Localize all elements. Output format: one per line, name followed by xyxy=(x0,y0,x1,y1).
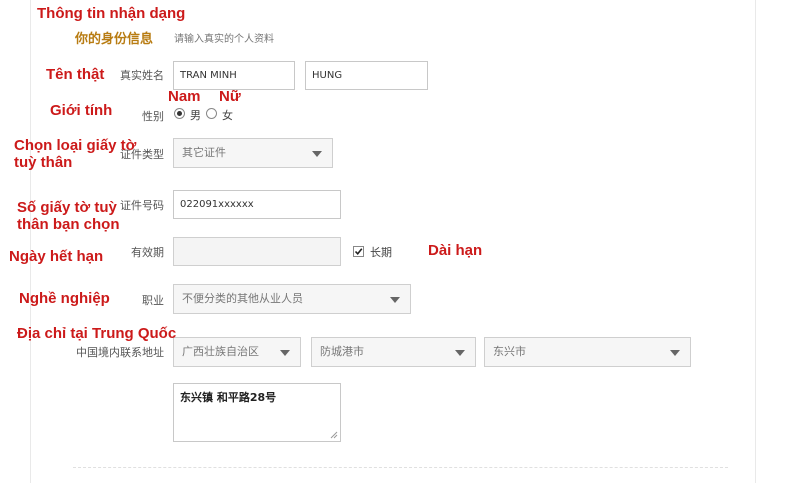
occupation-label: 职业 xyxy=(142,294,164,307)
street-address-textarea[interactable]: 东兴镇 和平路28号 xyxy=(173,383,341,442)
annotation-female: Nữ xyxy=(219,88,241,105)
annotation-identity-info: Thông tin nhận dạng xyxy=(37,5,186,22)
chevron-down-icon xyxy=(670,350,680,356)
surname-input[interactable]: TRAN MINH xyxy=(173,61,295,90)
name-label: 真实姓名 xyxy=(120,69,164,82)
chevron-down-icon xyxy=(312,151,322,157)
validity-input[interactable] xyxy=(173,237,341,266)
city-select[interactable]: 防城港市 xyxy=(311,337,476,367)
gender-male-radio[interactable] xyxy=(174,108,185,119)
check-icon xyxy=(354,248,363,256)
chevron-down-icon xyxy=(455,350,465,356)
id-number-input[interactable]: 022091xxxxxx xyxy=(173,190,341,219)
long-term-label: 长期 xyxy=(370,246,392,259)
section-title: 你的身份信息 xyxy=(75,32,154,47)
chevron-down-icon xyxy=(390,297,400,303)
annotation-real-name: Tên thật xyxy=(46,66,105,83)
gender-female-label: 女 xyxy=(222,109,233,122)
address-label: 中国境内联系地址 xyxy=(76,346,164,359)
id-type-value: 其它证件 xyxy=(182,146,226,159)
resize-grip-icon[interactable] xyxy=(330,431,338,439)
gender-female-radio[interactable] xyxy=(206,108,217,119)
province-select[interactable]: 广西壮族自治区 xyxy=(173,337,301,367)
gender-male-label: 男 xyxy=(190,109,201,122)
city-value: 防城港市 xyxy=(320,345,364,358)
chevron-down-icon xyxy=(280,350,290,356)
province-value: 广西壮族自治区 xyxy=(182,345,259,358)
annotation-china-address: Địa chỉ tại Trung Quốc xyxy=(17,325,177,342)
id-type-select[interactable]: 其它证件 xyxy=(173,138,333,168)
gender-label: 性别 xyxy=(142,110,164,123)
annotation-expiry: Ngày hết hạn xyxy=(9,248,104,265)
street-address-value: 东兴镇 和平路28号 xyxy=(180,391,277,404)
validity-label: 有效期 xyxy=(131,246,164,259)
annotation-gender: Giới tính xyxy=(50,102,113,119)
annotation-id-type: Chọn loại giấy tờ tuỳ thân xyxy=(14,137,137,171)
given-name-input[interactable]: HUNG xyxy=(305,61,428,90)
occupation-value: 不便分类的其他从业人员 xyxy=(182,292,303,305)
section-subtitle: 请输入真实的个人资料 xyxy=(174,34,274,45)
annotation-occupation: Nghề nghiệp xyxy=(19,290,110,307)
annotation-male: Nam xyxy=(168,88,201,105)
long-term-checkbox[interactable] xyxy=(353,246,364,257)
district-select[interactable]: 东兴市 xyxy=(484,337,691,367)
annotation-id-number: Số giấy tờ tuỳ thân bạn chọn xyxy=(17,199,120,233)
annotation-long-term: Dài hạn xyxy=(428,242,483,259)
section-divider xyxy=(73,467,728,468)
occupation-select[interactable]: 不便分类的其他从业人员 xyxy=(173,284,411,314)
district-value: 东兴市 xyxy=(493,345,526,358)
